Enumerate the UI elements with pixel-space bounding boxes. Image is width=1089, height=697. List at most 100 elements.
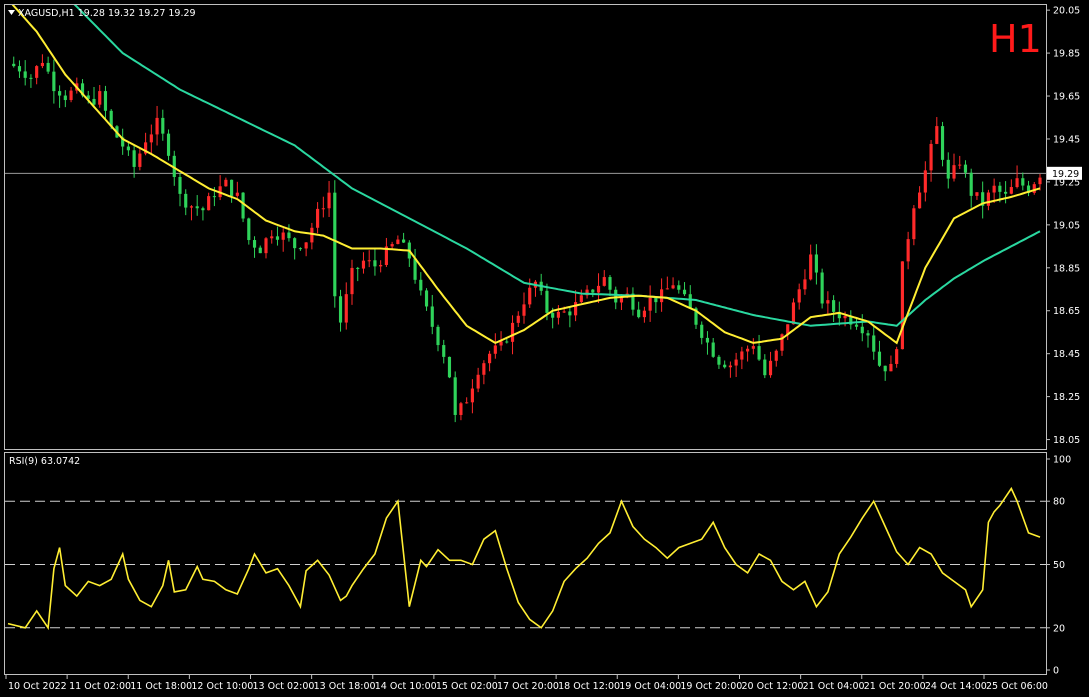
candle-body [166, 133, 171, 156]
candle-body [975, 192, 979, 196]
candle-body [700, 324, 704, 338]
candle-body [895, 349, 899, 364]
candle-body [46, 62, 50, 72]
rsi-line [7, 486, 1041, 631]
candle-body [212, 196, 216, 198]
candle-body [940, 126, 945, 160]
time-tick-label: 18 Oct 12:00 [558, 681, 620, 692]
candle-body [447, 356, 452, 378]
candle-body [505, 341, 509, 343]
candle-body [287, 232, 291, 239]
candle-body [310, 227, 314, 243]
candle-body [442, 345, 446, 357]
candle-body [579, 295, 583, 303]
candle-body [493, 345, 497, 354]
candle-body [832, 300, 836, 312]
candle-body [768, 360, 773, 376]
candle-body [809, 254, 813, 280]
candle-body [264, 238, 268, 254]
current-price-tag: 19.29 [1047, 166, 1082, 180]
candle-body [763, 359, 767, 376]
candle-body [648, 297, 652, 311]
trading-chart[interactable]: 20.0519.8519.6519.4519.2519.0518.8518.65… [0, 0, 1089, 697]
price-panel-frame [4, 4, 1047, 450]
candle-body [430, 306, 434, 327]
candle-body [482, 363, 486, 375]
candle-body [338, 296, 343, 323]
candle-body [986, 192, 990, 206]
candle-body [333, 192, 337, 297]
rsi-tick-label: 0 [1053, 666, 1059, 677]
candle-body [510, 322, 515, 342]
candle-body [1032, 184, 1036, 193]
time-tick-label: 19 Oct 20:00 [680, 681, 742, 692]
candle-body [367, 260, 371, 262]
candle-body [551, 312, 555, 318]
candle-body [207, 196, 211, 211]
time-tick-label: 13 Oct 18:00 [314, 681, 376, 692]
price-tick-label: 18.65 [1053, 306, 1080, 317]
candle-body [350, 267, 354, 295]
time-tick-label: 20 Oct 12:00 [742, 681, 804, 692]
candle-body [1038, 177, 1042, 185]
candle-body [642, 310, 646, 318]
candle-body [189, 206, 194, 208]
time-tick-label: 10 Oct 2022 [8, 681, 67, 692]
candle-body [688, 294, 692, 309]
price-tick-label: 20.05 [1053, 6, 1080, 17]
candle-body [361, 260, 366, 269]
candle-body [149, 134, 153, 143]
time-tick-label: 21 Oct 20:00 [864, 681, 926, 692]
time-tick-label: 17 Oct 20:00 [497, 681, 559, 692]
candle-body [293, 238, 297, 249]
candle-body [637, 309, 641, 318]
candle-body [413, 258, 417, 280]
price-axis: 20.0519.8519.6519.4519.2519.0518.8518.65… [1046, 6, 1080, 446]
candle-body [304, 242, 308, 249]
candle-body [63, 95, 67, 101]
candle-body [814, 254, 818, 273]
time-tick-label: 21 Oct 04:00 [803, 681, 865, 692]
candle-body [877, 351, 882, 366]
candle-body [963, 164, 968, 173]
candle-body [866, 333, 870, 336]
candle-body [562, 311, 566, 313]
rsi-panel-frame [4, 452, 1047, 675]
candle-body [998, 185, 1002, 192]
candle-body [929, 143, 933, 171]
candle-body [241, 192, 245, 219]
price-tick-label: 19.05 [1053, 220, 1080, 231]
price-tick-label: 18.25 [1053, 392, 1080, 403]
candle-body [235, 192, 239, 196]
price-tick-label: 18.05 [1053, 435, 1080, 446]
time-axis: 10 Oct 2022 11 Oct 02:00 11 Oct 18:00 12 Oc… [5, 675, 1048, 692]
candle-body [1021, 178, 1025, 186]
time-tick-label: 13 Oct 02:00 [253, 681, 315, 692]
candle-body [379, 264, 383, 267]
candle-body [1009, 187, 1013, 194]
candle-body [969, 172, 973, 196]
candle-body [275, 236, 280, 240]
candle-body [373, 260, 377, 267]
candle-body [677, 285, 681, 290]
price-tick-label: 18.85 [1053, 263, 1080, 274]
time-tick-label: 11 Oct 02:00 [69, 681, 131, 692]
candle-body [803, 279, 807, 290]
candle-body [889, 363, 893, 372]
candle-body [705, 337, 710, 343]
candle-body [252, 240, 257, 248]
candle-body [860, 326, 864, 334]
candle-body [596, 285, 601, 293]
candle-body [258, 247, 262, 254]
candle-body [1015, 178, 1019, 188]
chart-menu-triangle-icon[interactable] [8, 10, 15, 15]
current-price-tag-label: 19.29 [1052, 169, 1079, 180]
candle-body [826, 300, 830, 304]
candle-body [103, 91, 108, 111]
candle-body [883, 365, 887, 372]
candle-body [29, 77, 33, 79]
rsi-grid-layer [5, 500, 1046, 629]
candle-body [424, 290, 429, 307]
candle-body [356, 267, 360, 269]
candle-body [499, 341, 503, 346]
